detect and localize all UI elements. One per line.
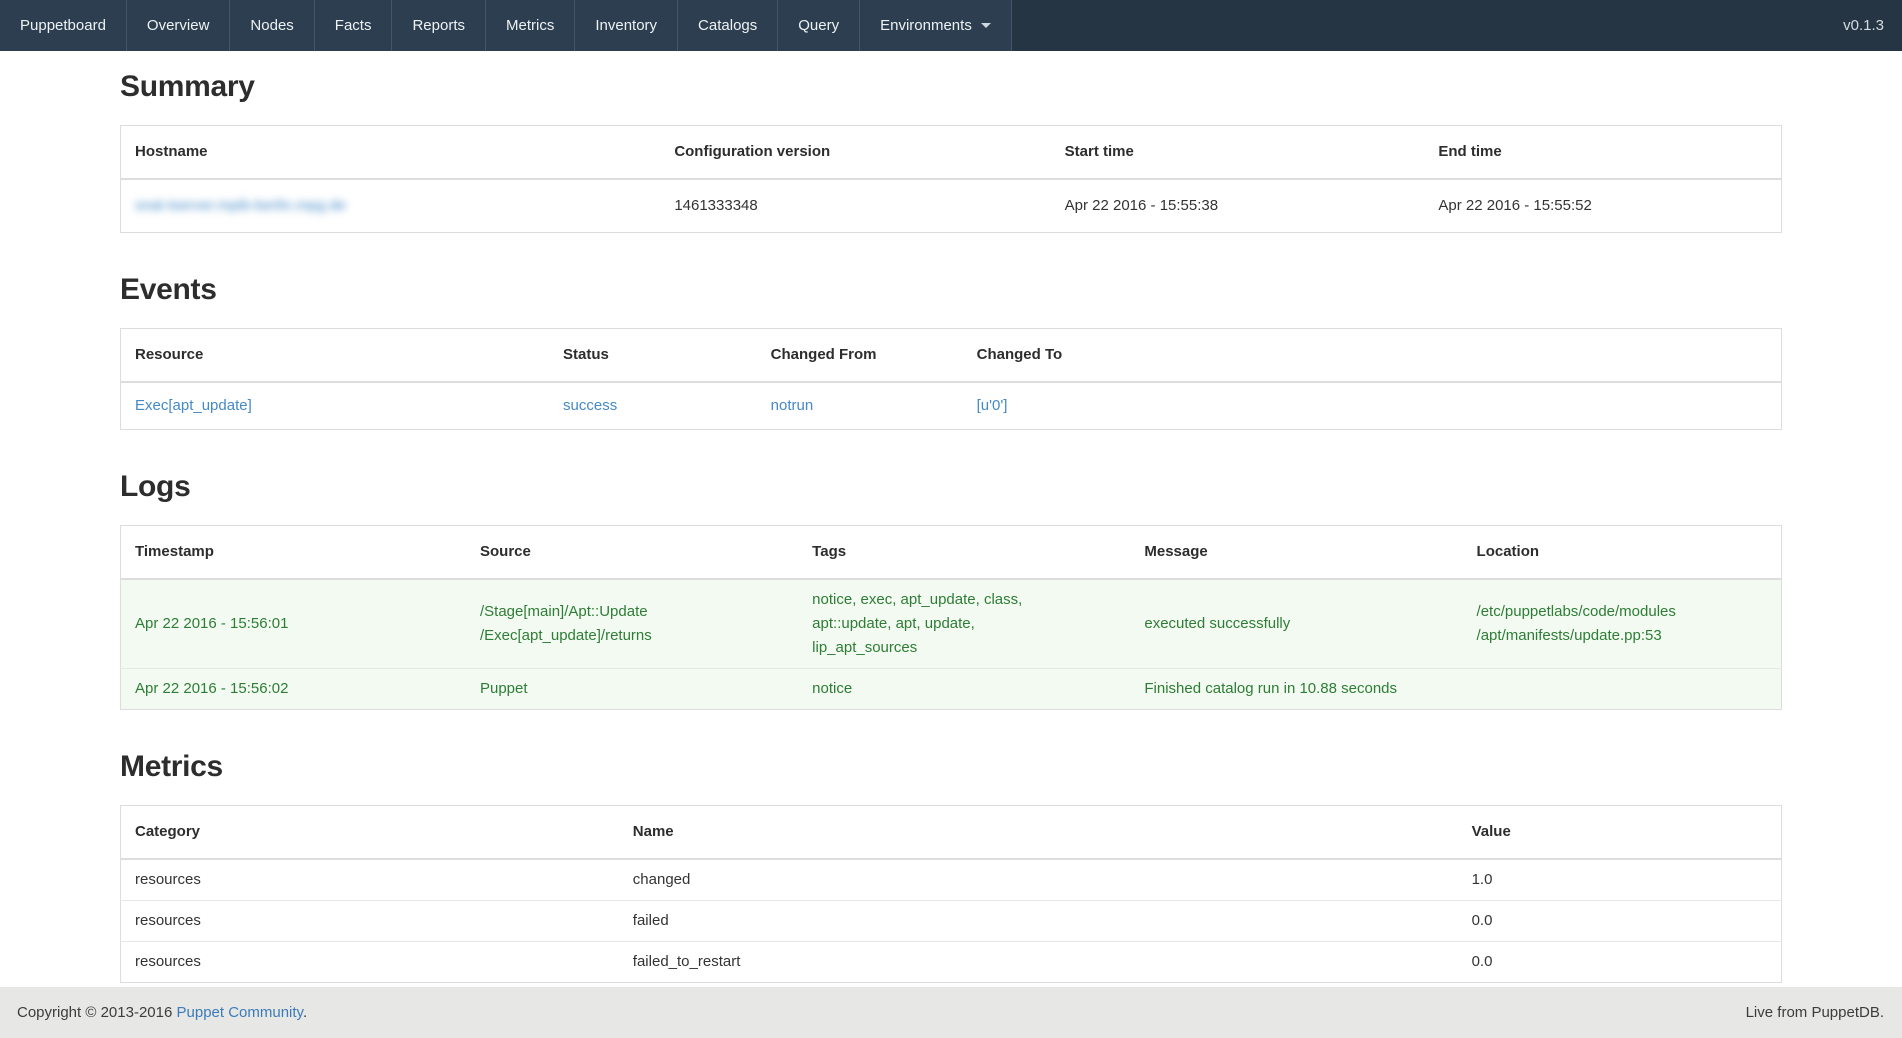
metric-value: 0.0 xyxy=(1458,901,1782,942)
nav-item-label: Query xyxy=(798,17,839,34)
metrics-col-name: Name xyxy=(619,806,1458,860)
main-content: Summary Hostname Configuration version S… xyxy=(0,51,1902,987)
nav-item-overview[interactable]: Overview xyxy=(126,0,230,51)
log-source: /Stage[main]/Apt::Update/Exec[apt_update… xyxy=(466,579,798,669)
events-col-status: Status xyxy=(549,329,757,383)
logs-table: Timestamp Source Tags Message Location A… xyxy=(120,525,1782,710)
log-tags: notice xyxy=(798,669,1130,710)
log-row: Apr 22 2016 - 15:56:01 /Stage[main]/Apt:… xyxy=(121,579,1782,669)
summary-heading: Summary xyxy=(120,70,1782,104)
log-location: /etc/puppetlabs/code/modules/apt/manifes… xyxy=(1463,579,1782,669)
events-col-changed-to: Changed To xyxy=(963,329,1782,383)
metric-value: 0.0 xyxy=(1458,942,1782,983)
footer-status: Live from PuppetDB. xyxy=(1746,1004,1884,1021)
summary-col-start-time: Start time xyxy=(1051,126,1425,180)
metric-name: failed xyxy=(619,901,1458,942)
nav-item-label: Nodes xyxy=(250,17,293,34)
metrics-header-row: Category Name Value xyxy=(121,806,1782,860)
chevron-down-icon xyxy=(981,23,991,28)
nav-item-reports[interactable]: Reports xyxy=(391,0,485,51)
nav-item-label: Environments xyxy=(880,17,972,34)
start-time-value: Apr 22 2016 - 15:55:38 xyxy=(1051,179,1425,233)
footer-copyright: Copyright © 2013-2016 Puppet Community. xyxy=(17,1004,307,1021)
event-row: Exec[apt_update] success notrun [u'0'] xyxy=(121,382,1782,430)
metric-row: resources changed 1.0 xyxy=(121,859,1782,901)
events-heading: Events xyxy=(120,273,1782,307)
log-location xyxy=(1463,669,1782,710)
content-container: Summary Hostname Configuration version S… xyxy=(0,70,1902,983)
metric-value: 1.0 xyxy=(1458,859,1782,901)
events-col-resource: Resource xyxy=(121,329,550,383)
nav-item-inventory[interactable]: Inventory xyxy=(574,0,677,51)
log-message: Finished catalog run in 10.88 seconds xyxy=(1130,669,1462,710)
nav-item-catalogs[interactable]: Catalogs xyxy=(677,0,777,51)
event-changed-from-link[interactable]: notrun xyxy=(771,397,814,414)
nav-item-label: Catalogs xyxy=(698,17,757,34)
logs-col-message: Message xyxy=(1130,526,1462,580)
nav-item-label: Facts xyxy=(335,17,372,34)
events-table: Resource Status Changed From Changed To … xyxy=(120,328,1782,430)
top-navbar: Puppetboard Overview Nodes Facts Reports… xyxy=(0,0,1902,51)
nav-item-label: Overview xyxy=(147,17,210,34)
metric-category: resources xyxy=(121,942,619,983)
nav-item-label: Inventory xyxy=(595,17,657,34)
copyright-text: Copyright © 2013-2016 xyxy=(17,1004,172,1021)
log-tags: notice, exec, apt_update, class, apt::up… xyxy=(798,579,1130,669)
events-header-row: Resource Status Changed From Changed To xyxy=(121,329,1782,383)
puppet-community-link[interactable]: Puppet Community xyxy=(177,1004,303,1021)
logs-col-tags: Tags xyxy=(798,526,1130,580)
nav-brand-label: Puppetboard xyxy=(20,17,106,34)
nav-dropdown-environments[interactable]: Environments xyxy=(859,0,1012,51)
log-message: executed successfully xyxy=(1130,579,1462,669)
summary-table: Hostname Configuration version Start tim… xyxy=(120,125,1782,233)
logs-col-timestamp: Timestamp xyxy=(121,526,466,580)
hostname-link[interactable]: snat-tserver.mpib-berlin.mpg.de xyxy=(135,197,346,214)
log-timestamp: Apr 22 2016 - 15:56:02 xyxy=(121,669,466,710)
nav-items: Puppetboard Overview Nodes Facts Reports… xyxy=(0,0,1012,51)
nav-brand-puppetboard[interactable]: Puppetboard xyxy=(0,0,126,51)
nav-item-nodes[interactable]: Nodes xyxy=(229,0,313,51)
nav-item-metrics[interactable]: Metrics xyxy=(485,0,574,51)
metric-category: resources xyxy=(121,859,619,901)
log-source: Puppet xyxy=(466,669,798,710)
event-resource-link[interactable]: Exec[apt_update] xyxy=(135,397,252,414)
event-changed-to-link[interactable]: [u'0'] xyxy=(977,397,1008,414)
nav-item-label: Reports xyxy=(412,17,465,34)
metric-name: failed_to_restart xyxy=(619,942,1458,983)
metric-row: resources failed_to_restart 0.0 xyxy=(121,942,1782,983)
config-version-value: 1461333348 xyxy=(660,179,1050,233)
summary-col-end-time: End time xyxy=(1424,126,1781,180)
page-footer: Copyright © 2013-2016 Puppet Community. … xyxy=(0,987,1902,1038)
logs-heading: Logs xyxy=(120,470,1782,504)
event-status-link[interactable]: success xyxy=(563,397,617,414)
metrics-table: Category Name Value resources changed 1.… xyxy=(120,805,1782,983)
metrics-col-category: Category xyxy=(121,806,619,860)
log-row: Apr 22 2016 - 15:56:02 Puppet notice Fin… xyxy=(121,669,1782,710)
log-timestamp: Apr 22 2016 - 15:56:01 xyxy=(121,579,466,669)
logs-col-location: Location xyxy=(1463,526,1782,580)
copyright-period: . xyxy=(303,1004,307,1021)
metrics-col-value: Value xyxy=(1458,806,1782,860)
metrics-heading: Metrics xyxy=(120,750,1782,784)
logs-header-row: Timestamp Source Tags Message Location xyxy=(121,526,1782,580)
summary-row: snat-tserver.mpib-berlin.mpg.de 14613333… xyxy=(121,179,1782,233)
nav-item-label: Metrics xyxy=(506,17,554,34)
metric-row: resources failed 0.0 xyxy=(121,901,1782,942)
logs-col-source: Source xyxy=(466,526,798,580)
events-col-changed-from: Changed From xyxy=(757,329,963,383)
metric-category: resources xyxy=(121,901,619,942)
summary-col-hostname: Hostname xyxy=(121,126,661,180)
metric-name: changed xyxy=(619,859,1458,901)
app-version: v0.1.3 xyxy=(1843,17,1902,34)
nav-item-facts[interactable]: Facts xyxy=(314,0,392,51)
summary-col-config-version: Configuration version xyxy=(660,126,1050,180)
summary-header-row: Hostname Configuration version Start tim… xyxy=(121,126,1782,180)
nav-item-query[interactable]: Query xyxy=(777,0,859,51)
end-time-value: Apr 22 2016 - 15:55:52 xyxy=(1424,179,1781,233)
